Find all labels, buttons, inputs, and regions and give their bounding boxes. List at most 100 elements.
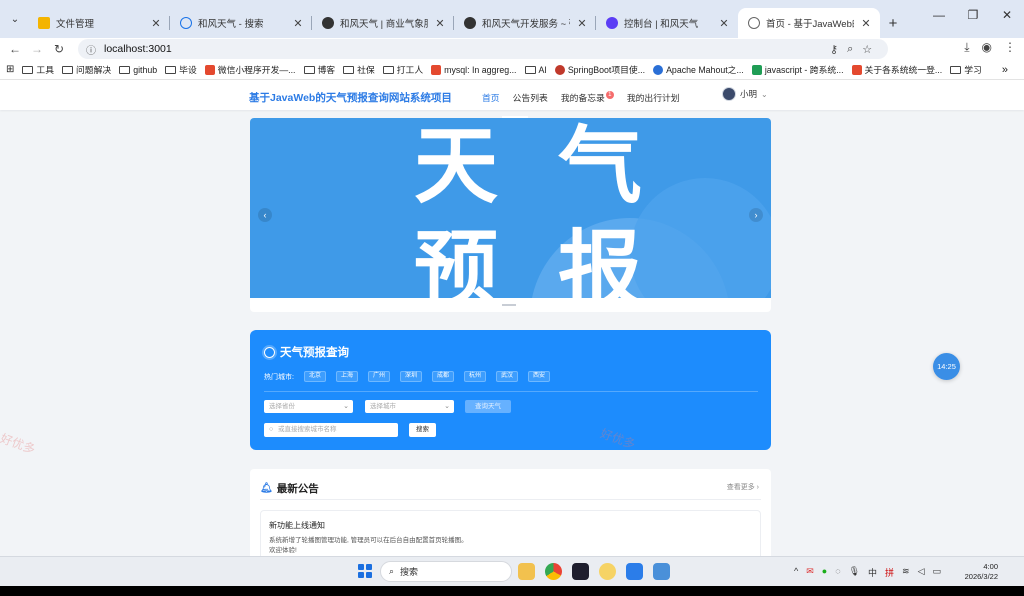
hot-city-chip[interactable]: 上海: [335, 371, 358, 382]
search-button[interactable]: 搜索: [409, 423, 436, 437]
wechat-icon[interactable]: ●: [822, 566, 827, 579]
bookmark-link[interactable]: SpringBoot项目使...: [554, 63, 645, 76]
intellij-icon[interactable]: [572, 563, 589, 580]
city-select[interactable]: 选择城市 ⌄: [365, 400, 454, 413]
wifi-icon[interactable]: ≋: [902, 566, 910, 579]
restore-icon[interactable]: ❐: [956, 8, 990, 22]
bookmark-link[interactable]: Apache Mahout之...: [653, 63, 744, 76]
close-icon[interactable]: ✕: [292, 17, 304, 30]
site-header: 基于JavaWeb的天气预报查询网站系统项目 首页 公告列表 我的备忘录 1 我的…: [0, 80, 1024, 110]
banner-next-button[interactable]: ›: [749, 208, 763, 222]
site-page: 基于JavaWeb的天气预报查询网站系统项目 首页 公告列表 我的备忘录 1 我的…: [0, 80, 1024, 556]
ime-mode[interactable]: 拼: [885, 566, 894, 579]
hot-city-chip[interactable]: 武汉: [495, 371, 518, 382]
tray-app-icon[interactable]: ✉: [806, 566, 814, 579]
hot-city-chip[interactable]: 杭州: [463, 371, 486, 382]
bookmark-link[interactable]: 微信小程序开发—...: [204, 63, 296, 76]
hot-cities: 热门城市: 北京 上海 广州 深圳 成都 杭州 武汉 西安: [264, 371, 550, 382]
view-more-link[interactable]: 查看更多 ›: [727, 482, 759, 492]
taskbar-search[interactable]: ⌕ 搜索: [380, 561, 512, 582]
hot-city-chip[interactable]: 广州: [367, 371, 390, 382]
hot-city-chip[interactable]: 北京: [303, 371, 326, 382]
bookmark-link[interactable]: 关于各系统统一登...: [851, 63, 942, 76]
vscode-icon[interactable]: [626, 563, 643, 580]
taskbar-clock[interactable]: 4:00 2026/3/22: [962, 562, 998, 582]
forward-arrow-icon[interactable]: →: [26, 42, 48, 56]
query-weather-button[interactable]: 查询天气: [465, 400, 511, 413]
bookmark-folder[interactable]: 毕设: [165, 63, 197, 76]
floating-timer-button[interactable]: 14:25: [933, 353, 960, 380]
bookmarks-more-button[interactable]: »: [1002, 64, 1008, 76]
close-icon[interactable]: ✕: [576, 17, 588, 30]
notice-card[interactable]: 新功能上线通知 系统新增了轮播图管理功能, 管理员可以在后台自由配置首页轮播图。…: [260, 510, 761, 556]
tab-3[interactable]: 和风天气开发服务 ~ 强大, 丰富 ✕: [454, 8, 596, 38]
close-icon[interactable]: ✕: [434, 17, 446, 30]
hot-city-chip[interactable]: 深圳: [399, 371, 422, 382]
app-icon[interactable]: [599, 563, 616, 580]
site-info-icon[interactable]: ⓘ: [86, 42, 96, 57]
site-brand[interactable]: 基于JavaWeb的天气预报查询网站系统项目: [249, 90, 452, 105]
bookmark-folder[interactable]: 博客: [303, 63, 335, 76]
banner-prev-button[interactable]: ‹: [258, 208, 272, 222]
mahout-icon: [653, 64, 664, 75]
close-icon[interactable]: ✕: [718, 17, 730, 30]
windows-start-icon[interactable]: [358, 564, 372, 578]
apps-grid-icon[interactable]: ⊞: [6, 64, 14, 75]
new-tab-button[interactable]: +: [880, 8, 906, 38]
province-select[interactable]: 选择省份 ⌄: [264, 400, 353, 413]
tab-search-dropdown-icon[interactable]: ⌄: [4, 8, 26, 30]
bookmark-link[interactable]: javascript - 跨系统...: [751, 63, 844, 76]
qweather-icon: [322, 17, 334, 29]
user-menu[interactable]: 小明 ⌄: [722, 87, 768, 101]
tab-4[interactable]: 控制台 | 和风天气 ✕: [596, 8, 738, 38]
menu-icon[interactable]: ⋮: [1004, 40, 1016, 55]
tab-1[interactable]: 和风天气 - 搜索 ✕: [170, 8, 312, 38]
notice-card-title: 新功能上线通知: [269, 521, 325, 530]
close-window-icon[interactable]: ✕: [990, 8, 1024, 22]
hot-city-chip[interactable]: 成都: [431, 371, 454, 382]
bookmark-folder[interactable]: 打工人: [382, 63, 423, 76]
password-key-icon[interactable]: ⚷: [830, 43, 838, 56]
banner-indicator[interactable]: [502, 304, 516, 306]
volume-icon[interactable]: ◁: [918, 566, 925, 579]
bookmark-folder[interactable]: 社保: [343, 63, 375, 76]
bookmark-folder[interactable]: 学习: [950, 63, 982, 76]
close-icon[interactable]: ✕: [150, 17, 162, 30]
banner-text-line1: 天气: [414, 118, 703, 215]
chrome-icon[interactable]: [545, 563, 562, 580]
battery-icon[interactable]: ▭: [933, 566, 942, 579]
bookmark-link[interactable]: mysql: In aggreg...: [431, 64, 517, 75]
tab-5-active[interactable]: 首页 - 基于JavaWeb的天气预报 ✕: [738, 8, 880, 38]
banner-carousel[interactable]: 天气 预报 ‹ ›: [250, 118, 771, 312]
tab-title: 和风天气 - 搜索: [198, 19, 264, 30]
reload-icon[interactable]: ↻: [48, 42, 70, 56]
notice-card-body: 系统新增了轮播图管理功能, 管理员可以在后台自由配置首页轮播图。 欢迎体验!: [269, 537, 468, 554]
chevron-up-icon[interactable]: ^: [794, 566, 798, 579]
file-explorer-icon[interactable]: [518, 563, 535, 580]
search-icon: ⌕: [389, 566, 395, 576]
nav-trip-plan[interactable]: 我的出行计划: [627, 91, 680, 104]
nav-home[interactable]: 首页: [482, 91, 500, 104]
bookmark-folder[interactable]: 工具: [22, 63, 54, 76]
qq-icon[interactable]: ◌: [835, 566, 840, 579]
nav-notices[interactable]: 公告列表: [513, 91, 548, 104]
hot-city-chip[interactable]: 西安: [527, 371, 550, 382]
bookmark-folder[interactable]: 问题解决: [62, 63, 111, 76]
zoom-icon[interactable]: ⌕: [847, 43, 853, 56]
url-bar[interactable]: ⓘ localhost:3001: [78, 39, 888, 59]
mic-icon[interactable]: 🎙︎: [849, 566, 860, 579]
bookmark-folder[interactable]: AI: [524, 65, 547, 75]
bookmark-folder[interactable]: github: [119, 65, 157, 75]
tab-2[interactable]: 和风天气 | 商业气象服务商, 天气 ✕: [312, 8, 454, 38]
profile-icon[interactable]: ◉: [982, 40, 992, 55]
bookmark-star-icon[interactable]: ☆: [862, 43, 872, 56]
close-icon[interactable]: ✕: [860, 17, 872, 30]
ime-lang[interactable]: 中: [868, 566, 877, 579]
minimize-icon[interactable]: —: [922, 8, 956, 22]
download-icon[interactable]: ⤓: [964, 40, 969, 55]
back-arrow-icon[interactable]: ←: [4, 42, 26, 56]
tab-0[interactable]: 文件管理 ✕: [28, 8, 170, 38]
nav-memo[interactable]: 我的备忘录 1: [561, 91, 614, 104]
city-search-input[interactable]: ○ 或直接搜索城市名称: [264, 423, 398, 437]
notepad-icon[interactable]: [653, 563, 670, 580]
